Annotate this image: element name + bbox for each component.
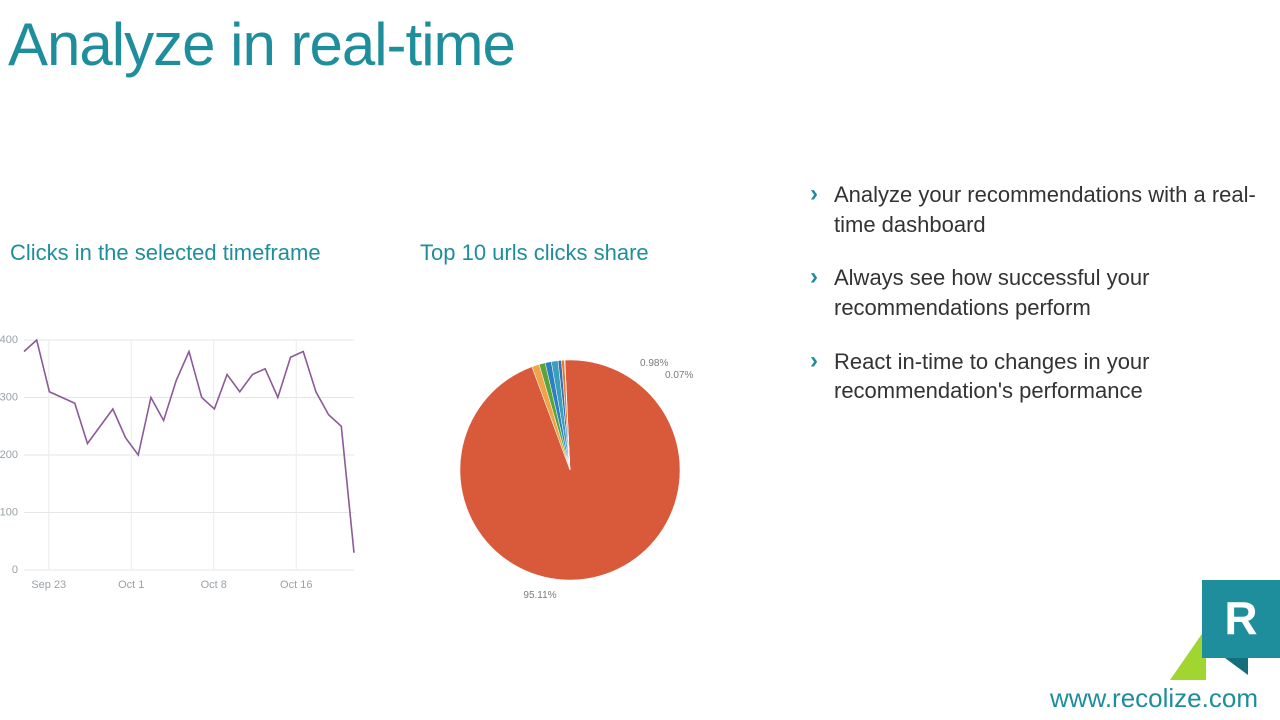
- svg-text:Oct 16: Oct 16: [280, 579, 312, 591]
- svg-text:Oct 8: Oct 8: [201, 579, 227, 591]
- footer-url: www.recolize.com: [1050, 683, 1258, 714]
- line-chart-title: Clicks in the selected timeframe: [10, 240, 321, 266]
- svg-text:100: 100: [0, 507, 18, 519]
- svg-text:0.07%: 0.07%: [665, 370, 693, 381]
- svg-text:300: 300: [0, 392, 18, 404]
- pie-chart-title: Top 10 urls clicks share: [420, 240, 649, 266]
- bullet-item: React in-time to changes in your recomme…: [810, 347, 1260, 430]
- logo-letter: R: [1224, 592, 1257, 644]
- svg-text:0: 0: [12, 564, 18, 576]
- pie-chart: 95.11% 0.98%0.07%: [440, 330, 740, 600]
- svg-text:0.98%: 0.98%: [640, 358, 668, 369]
- svg-text:95.11%: 95.11%: [523, 590, 556, 600]
- bullet-item: Analyze your recommendations with a real…: [810, 180, 1260, 263]
- bullet-item: Always see how successful your recommend…: [810, 263, 1260, 346]
- bullet-list: Analyze your recommendations with a real…: [810, 180, 1260, 430]
- svg-text:Sep 23: Sep 23: [31, 579, 66, 591]
- svg-text:400: 400: [0, 334, 18, 346]
- page-title: Analyze in real-time: [0, 0, 1280, 79]
- svg-text:200: 200: [0, 449, 18, 461]
- brand-logo: R: [1170, 580, 1280, 680]
- svg-text:Oct 1: Oct 1: [118, 579, 144, 591]
- line-chart: 0 100 200 300 400 Sep 23 Oct 1 Oct 8 Oct 16: [0, 330, 360, 600]
